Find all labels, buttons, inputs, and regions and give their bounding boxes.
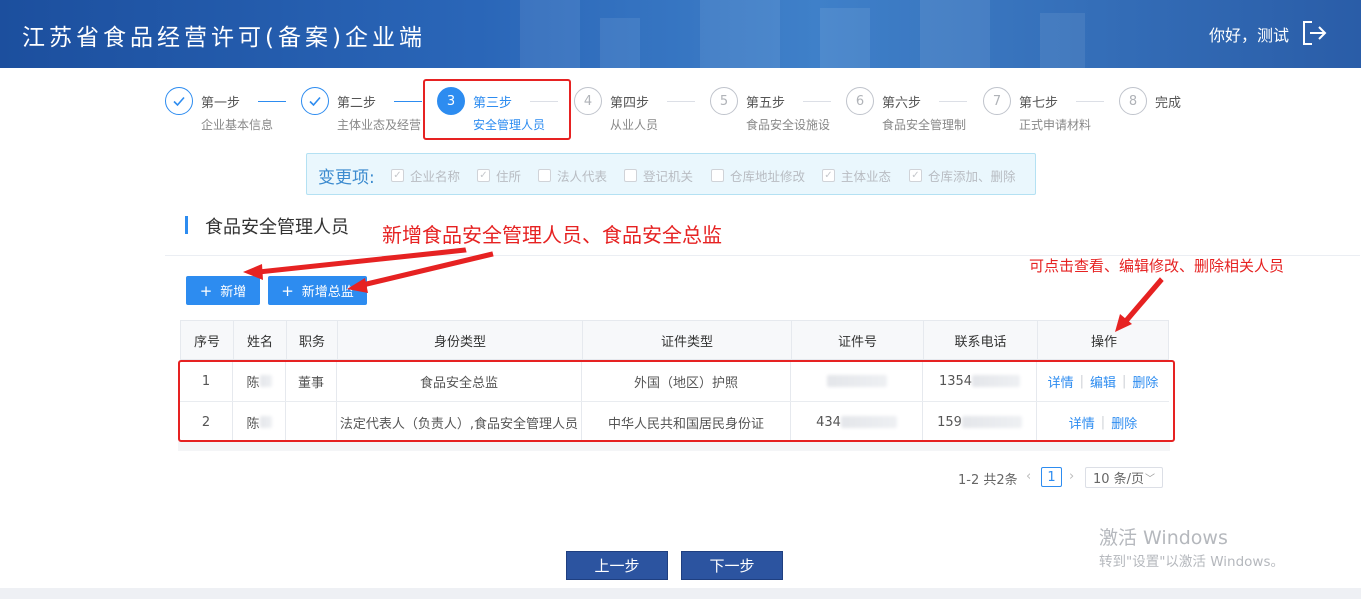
column-header: 身份类型 [338, 321, 583, 359]
change-item-checkbox[interactable]: 登记机关 [624, 167, 694, 184]
step-number: 5 [710, 87, 738, 115]
add-button-label: 新增 [220, 285, 247, 300]
step-desc: 从业人员 [610, 118, 659, 132]
change-item-label: 法人代表 [557, 168, 608, 184]
checkbox-empty-icon [711, 168, 724, 182]
column-header: 证件号 [792, 321, 924, 359]
arrow-to-add-director [361, 251, 494, 288]
logout-icon[interactable] [1299, 18, 1329, 48]
checkbox-checked-icon: ✓ [909, 168, 922, 182]
change-item-checkbox[interactable]: ✓ 仓库添加、删除 [909, 167, 1016, 184]
check-icon [301, 87, 329, 115]
plus-icon: + [281, 281, 294, 300]
check-icon [165, 87, 193, 115]
checkbox-checked-icon: ✓ [822, 168, 835, 182]
column-header: 序号 [181, 321, 234, 359]
table-footer [178, 441, 1170, 451]
change-item-label: 仓库添加、删除 [928, 168, 1016, 184]
step-desc: 食品安全设施设 [746, 118, 831, 132]
next-step-button[interactable]: 下一步 [681, 551, 783, 580]
checkbox-checked-icon: ✓ [391, 168, 404, 182]
change-item-label: 登记机关 [643, 168, 694, 184]
step-connector [1076, 101, 1104, 102]
pagination-summary: 1-2 共2条 [958, 473, 1018, 488]
prev-page-icon[interactable]: ‹ [1026, 469, 1031, 484]
add-director-button-label: 新增总监 [301, 285, 354, 300]
change-item-label: 仓库地址修改 [730, 168, 806, 184]
arrow-to-actions [1123, 277, 1164, 324]
step-connector [394, 101, 422, 102]
change-item-checkbox[interactable]: 仓库地址修改 [711, 167, 806, 184]
step-number: 8 [1119, 87, 1147, 115]
page-size-select[interactable]: 10 条/页 ﹀ [1085, 467, 1163, 488]
app-title: 江苏省食品经营许可(备案)企业端 [22, 25, 426, 51]
page-size-value: 10 条/页 [1093, 472, 1145, 487]
step-title: 第六步 [882, 96, 922, 111]
step-2: 第二步主体业态及经营 [301, 87, 431, 137]
step-title: 第七步 [1019, 96, 1059, 111]
step-desc: 主体业态及经营 [337, 118, 422, 132]
step-connector [803, 101, 831, 102]
checkbox-empty-icon [538, 168, 551, 182]
column-header: 联系电话 [924, 321, 1038, 359]
step-1: 第一步 企业基本信息 [165, 87, 295, 137]
table-header: 序号 姓名 职务 身份类型 证件类型 证件号 联系电话 操作 [180, 320, 1169, 360]
annotation-add-text: 新增食品安全管理人员、食品安全总监 [382, 223, 722, 247]
step-title: 第一步 [201, 96, 241, 111]
step-connector [258, 101, 286, 102]
step-8: 8 完成 [1119, 87, 1249, 137]
plus-icon: + [199, 281, 213, 300]
annotation-step-box [423, 79, 571, 140]
prev-step-button[interactable]: 上一步 [566, 551, 668, 580]
next-page-icon[interactable]: › [1069, 469, 1074, 484]
change-item-checkbox[interactable]: ✓ 住所 [477, 167, 522, 184]
step-title: 第二步 [337, 96, 377, 111]
add-button[interactable]: + 新增 [186, 276, 260, 305]
step-4: 4 第四步从业人员 [574, 87, 704, 137]
change-item-checkbox[interactable]: ✓ 企业名称 [391, 167, 461, 184]
step-6: 6 第六步食品安全管理制 [846, 87, 976, 137]
user-greeting: 你好，测试 [1208, 26, 1289, 45]
checkbox-checked-icon: ✓ [477, 168, 490, 182]
step-connector [939, 101, 967, 102]
section-accent-bar [185, 216, 188, 234]
change-item-label: 企业名称 [410, 168, 461, 184]
column-header: 姓名 [234, 321, 287, 359]
step-number: 6 [846, 87, 874, 115]
windows-watermark-title: 激活 Windows [1099, 527, 1228, 549]
change-items-panel: 变更项: ✓ 企业名称 ✓ 住所 法人代表 登记机关 仓库地址修改 ✓ 主体业态 ✓ 仓库添加、删除 [306, 153, 1036, 195]
column-header: 职务 [287, 321, 338, 359]
annotation-rows-box [178, 360, 1175, 442]
change-item-checkbox[interactable]: 法人代表 [538, 167, 608, 184]
checkbox-empty-icon [624, 168, 637, 182]
section-title: 食品安全管理人员 [205, 217, 349, 238]
step-number: 4 [574, 87, 602, 115]
change-item-label: 住所 [496, 168, 522, 184]
step-title: 完成 [1155, 96, 1182, 111]
step-5: 5 第五步食品安全设施设 [710, 87, 840, 137]
change-item-checkbox[interactable]: ✓ 主体业态 [822, 167, 892, 184]
app-header: 江苏省食品经营许可(备案)企业端 你好，测试 [0, 0, 1361, 68]
step-number: 7 [983, 87, 1011, 115]
windows-watermark-subtitle: 转到"设置"以激活 Windows。 [1099, 554, 1284, 570]
column-header: 证件类型 [583, 321, 792, 359]
step-desc: 企业基本信息 [201, 118, 274, 132]
change-item-label: 主体业态 [841, 168, 892, 184]
arrow-to-add-button [257, 247, 467, 275]
add-director-button[interactable]: + 新增总监 [268, 276, 367, 305]
step-7: 7 第七步正式申请材料 [983, 87, 1113, 137]
step-desc: 食品安全管理制 [882, 118, 967, 132]
step-title: 第五步 [746, 96, 786, 111]
bottom-strip [0, 588, 1361, 599]
page-number-current[interactable]: 1 [1041, 467, 1062, 487]
step-desc: 正式申请材料 [1019, 118, 1092, 132]
column-header: 操作 [1090, 334, 1117, 350]
annotation-ops-text: 可点击查看、编辑修改、删除相关人员 [1029, 257, 1285, 275]
step-connector [667, 101, 695, 102]
step-title: 第四步 [610, 96, 650, 111]
chevron-down-icon: ﹀ [1145, 474, 1155, 485]
change-items-label: 变更项: [318, 168, 375, 188]
